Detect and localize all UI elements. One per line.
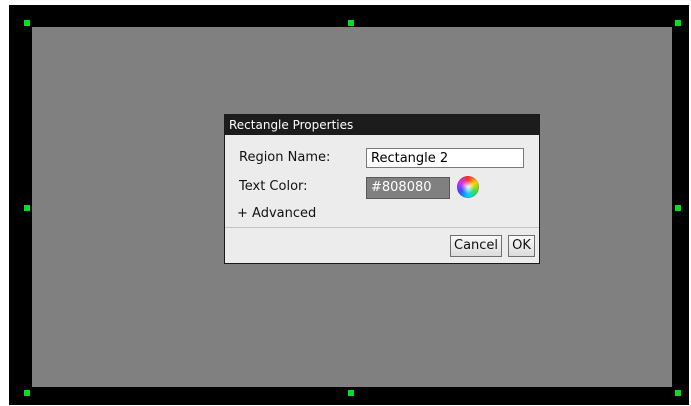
- dialog-title[interactable]: Rectangle Properties: [225, 115, 539, 135]
- dialog-divider: [225, 227, 539, 228]
- cancel-button[interactable]: Cancel: [450, 235, 502, 257]
- selection-handle-top-left[interactable]: [24, 20, 30, 26]
- selection-handle-top-center[interactable]: [348, 20, 354, 26]
- selection-handle-top-right[interactable]: [675, 20, 681, 26]
- text-color-field[interactable]: #808080: [366, 177, 450, 199]
- ok-button[interactable]: OK: [508, 235, 535, 257]
- region-name-label: Region Name:: [239, 150, 331, 165]
- text-color-label: Text Color:: [239, 179, 308, 194]
- rectangle-properties-dialog: Rectangle Properties Region Name: Text C…: [224, 114, 540, 264]
- advanced-toggle[interactable]: + Advanced: [237, 206, 316, 221]
- color-wheel-icon[interactable]: [457, 176, 479, 198]
- selection-handle-bottom-left[interactable]: [24, 390, 30, 396]
- selection-handle-middle-left[interactable]: [24, 205, 30, 211]
- region-name-input[interactable]: [366, 148, 524, 168]
- selection-handle-bottom-right[interactable]: [675, 390, 681, 396]
- selection-handle-middle-right[interactable]: [675, 205, 681, 211]
- selection-handle-bottom-center[interactable]: [348, 390, 354, 396]
